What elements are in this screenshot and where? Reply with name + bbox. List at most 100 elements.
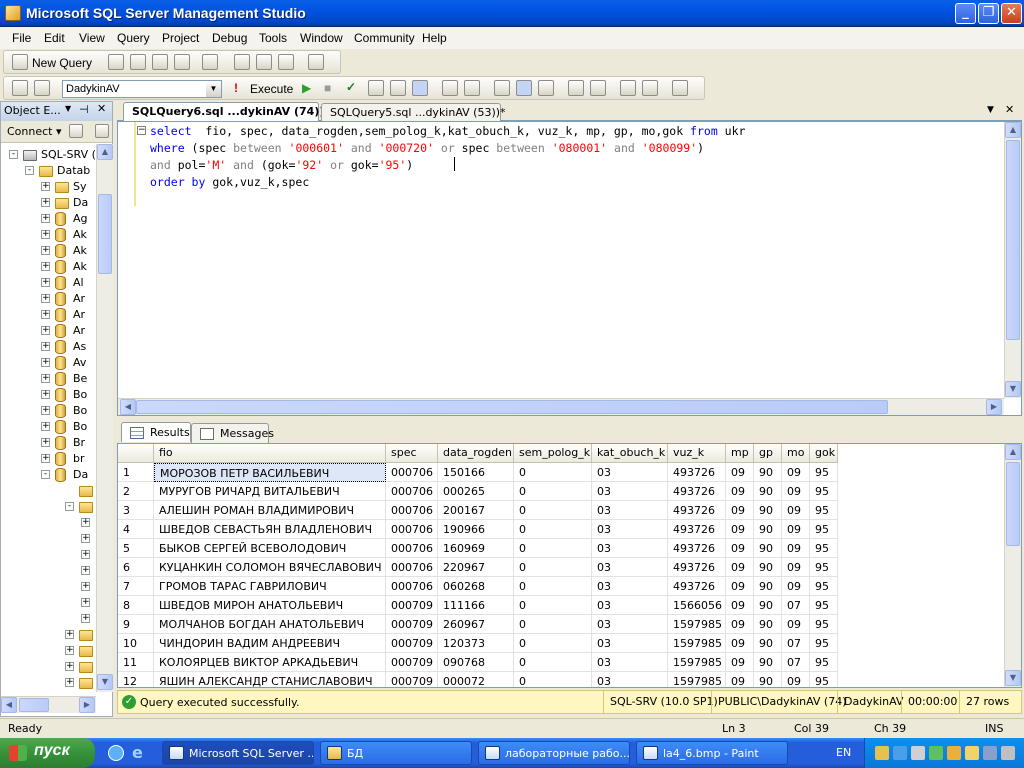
expand-icon[interactable]: +	[41, 246, 50, 255]
grid-cell[interactable]: АЛЕШИН РОМАН ВЛАДИМИРОВИЧ	[154, 501, 386, 520]
tree-node[interactable]: + Av	[1, 355, 97, 371]
expand-icon[interactable]: +	[81, 566, 90, 575]
grid-cell[interactable]: 95	[810, 539, 838, 558]
tree-node[interactable]: +	[1, 547, 97, 563]
grid-cell[interactable]: 1566056	[668, 596, 726, 615]
grid-cell[interactable]: 09	[726, 501, 754, 520]
grid-vscrollbar[interactable]: ▲ ▼	[1004, 444, 1021, 687]
grid-cell[interactable]: 0	[514, 501, 592, 520]
grid-cell[interactable]: 190966	[438, 520, 514, 539]
grid-cell[interactable]: 09	[782, 539, 810, 558]
grid-cell[interactable]: ГРОМОВ ТАРАС ГАВРИЛОВИЧ	[154, 577, 386, 596]
menu-help[interactable]: Help	[422, 31, 447, 45]
grid-cell[interactable]: КОЛОЯРЦЕВ ВИКТОР АРКАДЬЕВИЧ	[154, 653, 386, 672]
query-designer-icon[interactable]	[390, 80, 406, 96]
query-options-icon[interactable]	[538, 80, 554, 96]
row-number[interactable]: 6	[118, 558, 154, 577]
scroll-down-icon[interactable]: ▼	[1005, 670, 1021, 686]
expand-icon[interactable]: +	[41, 454, 50, 463]
grid-cell[interactable]: 090768	[438, 653, 514, 672]
grid-cell[interactable]: 03	[592, 539, 668, 558]
sql-editor[interactable]: − select fio, spec, data_rogden,sem_polo…	[117, 121, 1022, 416]
expand-icon[interactable]: +	[41, 262, 50, 271]
grid-cell[interactable]: 95	[810, 520, 838, 539]
language-indicator[interactable]: EN	[836, 746, 851, 759]
grid-cell[interactable]: 09	[726, 558, 754, 577]
grid-cell[interactable]: ШВЕДОВ МИРОН АНАТОЛЬЕВИЧ	[154, 596, 386, 615]
grid-cell[interactable]: 03	[592, 482, 668, 501]
grid-cell[interactable]: 000706	[386, 482, 438, 501]
grid-cell[interactable]: 1597985	[668, 672, 726, 687]
grid-cell[interactable]: 95	[810, 501, 838, 520]
tree-node[interactable]: + Ak	[1, 259, 97, 275]
grid-cell[interactable]: 000706	[386, 577, 438, 596]
grid-cell[interactable]: 0	[514, 558, 592, 577]
grid-cell[interactable]: 000072	[438, 672, 514, 687]
tab-results[interactable]: Results	[121, 422, 191, 442]
grid-cell[interactable]: 09	[726, 672, 754, 687]
grid-cell[interactable]: 09	[782, 615, 810, 634]
tree-node[interactable]	[1, 483, 97, 499]
grid-cell[interactable]: 000706	[386, 501, 438, 520]
grid-cell[interactable]: 07	[782, 634, 810, 653]
menu-edit[interactable]: Edit	[44, 31, 65, 45]
grid-cell[interactable]: 07	[782, 653, 810, 672]
expand-icon[interactable]: +	[41, 294, 50, 303]
grid-cell[interactable]: 000709	[386, 653, 438, 672]
tree-node[interactable]: + Sy	[1, 179, 97, 195]
tree-node[interactable]: + Ak	[1, 227, 97, 243]
grid-cell[interactable]: 09	[782, 520, 810, 539]
grid-cell[interactable]: 000706	[386, 520, 438, 539]
collapse-icon[interactable]: -	[41, 470, 50, 479]
scroll-down-icon[interactable]: ▼	[1005, 381, 1021, 397]
grid-cell[interactable]: 95	[810, 634, 838, 653]
xmla-query-icon[interactable]	[174, 54, 190, 70]
column-header-mo[interactable]: mo	[782, 444, 810, 463]
tree-node[interactable]: + br	[1, 451, 97, 467]
grid-cell[interactable]: 0	[514, 463, 592, 482]
grid-cell[interactable]: 09	[726, 615, 754, 634]
collapse-icon[interactable]: -	[9, 150, 18, 159]
grid-cell[interactable]: ЯШИН АЛЕКСАНДР СТАНИСЛАВОВИЧ	[154, 672, 386, 687]
grid-cell[interactable]: 000709	[386, 672, 438, 687]
expand-icon[interactable]: +	[41, 326, 50, 335]
results-to-text-icon[interactable]	[442, 80, 458, 96]
task-word-doc[interactable]: лабораторные рабо...	[478, 741, 630, 765]
grid-cell[interactable]: 09	[726, 520, 754, 539]
expand-icon[interactable]: +	[81, 582, 90, 591]
internet-explorer-icon[interactable]: e	[132, 743, 143, 762]
collapse-icon[interactable]: -	[25, 166, 34, 175]
scroll-thumb[interactable]	[1006, 140, 1020, 340]
collapse-icon[interactable]: −	[137, 126, 146, 135]
grid-cell[interactable]: 200167	[438, 501, 514, 520]
monitor-tray-icon[interactable]	[983, 746, 997, 760]
increase-indent-icon[interactable]	[642, 80, 658, 96]
grid-cell[interactable]: 03	[592, 653, 668, 672]
tree-node[interactable]: + Da	[1, 195, 97, 211]
tree-node[interactable]: + Bo	[1, 387, 97, 403]
grid-cell[interactable]: 260967	[438, 615, 514, 634]
tree-node[interactable]: +	[1, 675, 97, 691]
grid-cell[interactable]: 95	[810, 653, 838, 672]
pencil-tray-icon[interactable]	[947, 746, 961, 760]
scroll-thumb[interactable]	[1006, 462, 1020, 546]
grid-cell[interactable]: 03	[592, 577, 668, 596]
tree-node[interactable]: + Ar	[1, 307, 97, 323]
task-ssms[interactable]: Microsoft SQL Server ...	[162, 741, 314, 765]
task-paint[interactable]: la4_6.bmp - Paint	[636, 741, 788, 765]
grid-corner-header[interactable]	[118, 444, 154, 463]
column-header-gok[interactable]: gok	[810, 444, 838, 463]
scroll-right-icon[interactable]: ▶	[986, 399, 1002, 415]
execute-button[interactable]: Execute	[250, 82, 293, 96]
connect-object-icon[interactable]	[69, 124, 83, 138]
expand-icon[interactable]: +	[41, 310, 50, 319]
database-engine-query-icon[interactable]	[108, 54, 124, 70]
scroll-thumb[interactable]	[136, 400, 888, 414]
tree-node[interactable]: +	[1, 643, 97, 659]
scroll-up-icon[interactable]: ▲	[1005, 122, 1021, 138]
disconnect-icon[interactable]	[34, 80, 50, 96]
column-header-fio[interactable]: fio	[154, 444, 386, 463]
expand-icon[interactable]: +	[81, 518, 90, 527]
new-file-icon[interactable]	[202, 54, 218, 70]
grid-cell[interactable]: 000265	[438, 482, 514, 501]
